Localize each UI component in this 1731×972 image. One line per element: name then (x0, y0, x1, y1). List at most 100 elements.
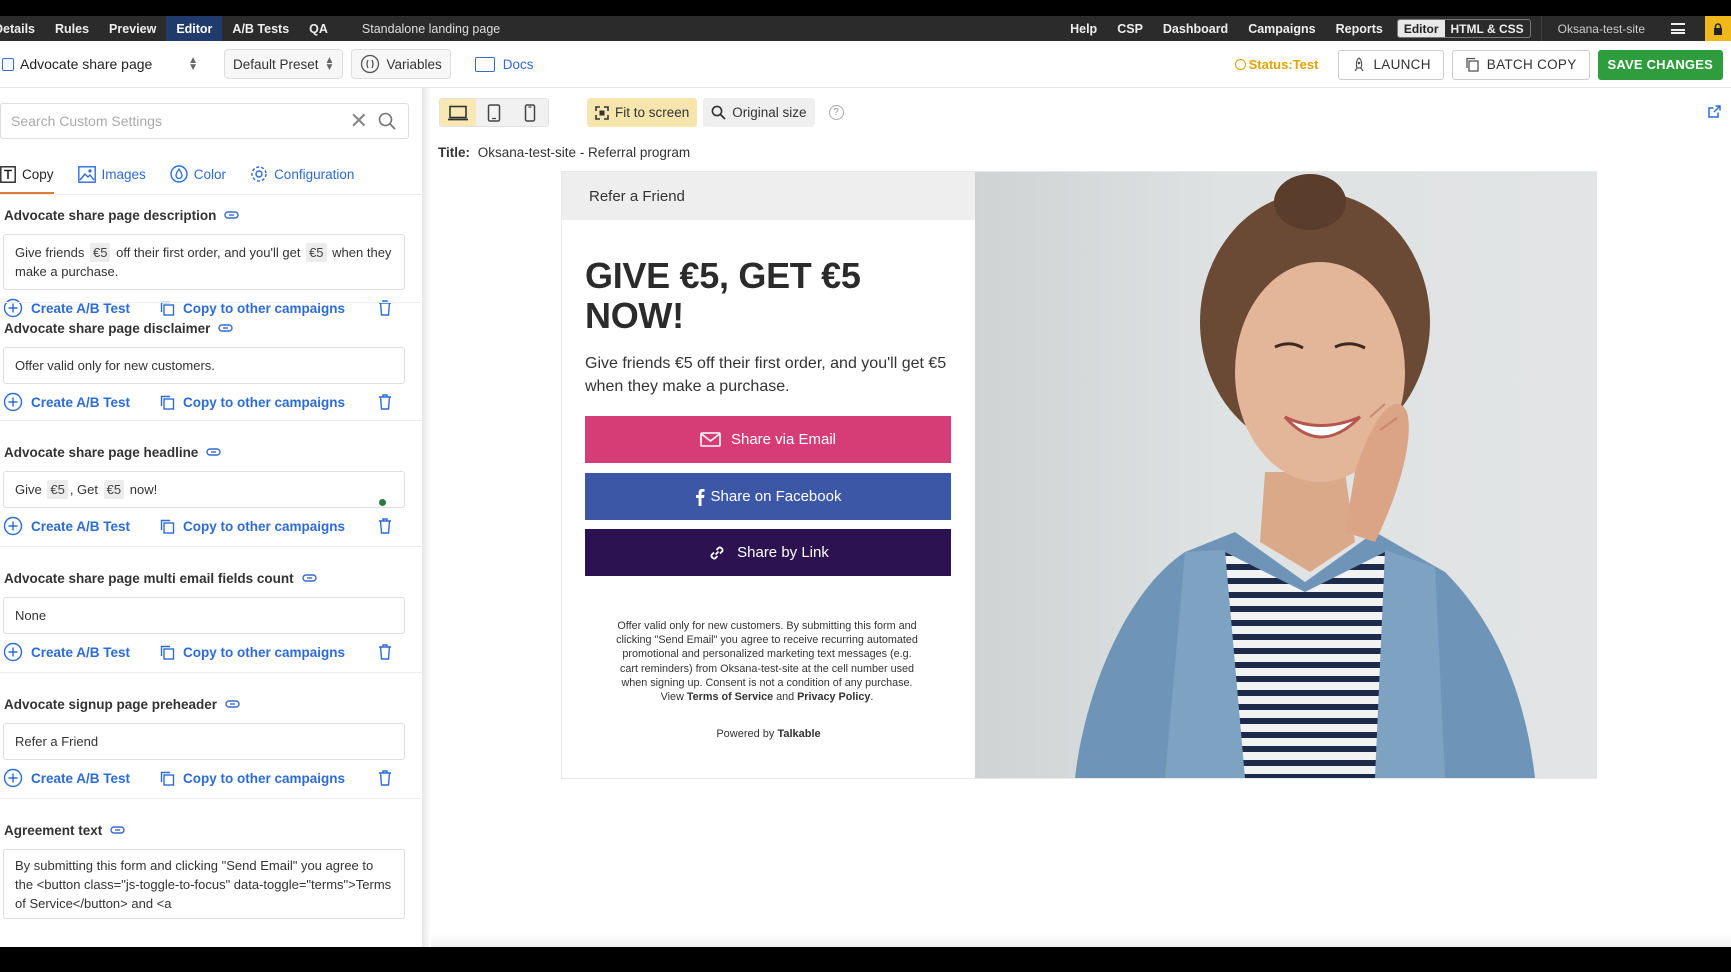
campaign-page-label: Standalone landing page (361, 21, 501, 36)
create-ab-test-button[interactable]: Create A/B Test (3, 642, 130, 662)
setting-title-text: Advocate share page multi email fields c… (4, 570, 294, 586)
tab-color[interactable]: Color (170, 154, 226, 194)
create-ab-test-button[interactable]: Create A/B Test (3, 298, 130, 318)
variable-chip[interactable]: €5 (47, 480, 68, 499)
batch-copy-button[interactable]: BATCH COPY (1451, 49, 1590, 80)
variables-label: Variables (386, 56, 442, 72)
help-icon[interactable]: ? (828, 105, 844, 120)
nav-rules[interactable]: Rules (45, 16, 99, 41)
docs-link[interactable]: Docs (467, 49, 542, 79)
status-dot-icon (1234, 59, 1246, 70)
nav-reports[interactable]: Reports (1326, 16, 1393, 41)
nav-dashboard[interactable]: Dashboard (1153, 16, 1238, 41)
powered-by: Powered by Talkable (562, 728, 975, 740)
setting-actions: Create A/B Test Copy to other campaigns (0, 637, 422, 667)
menu-icon[interactable] (1671, 23, 1685, 34)
nav-campaigns[interactable]: Campaigns (1238, 16, 1325, 41)
desktop-icon[interactable] (440, 99, 476, 126)
terms-link[interactable]: Terms of Service (687, 691, 773, 703)
trash-icon[interactable] (378, 770, 392, 786)
link-icon[interactable] (206, 447, 222, 457)
copy-to-campaigns-button[interactable]: Copy to other campaigns (160, 519, 345, 534)
setting-value-field[interactable]: Offer valid only for new customers. (3, 347, 405, 384)
text-part: Give friends (15, 245, 85, 260)
tab-images[interactable]: Images (77, 154, 146, 194)
variable-chip[interactable]: €5 (306, 243, 327, 262)
powered-brand: Talkable (777, 728, 821, 740)
facebook-icon (695, 488, 705, 506)
create-ab-label: Create A/B Test (31, 644, 131, 660)
link-icon[interactable] (224, 210, 240, 220)
powered-prefix: Powered by (716, 728, 775, 740)
copy-icon (160, 395, 175, 410)
link-icon[interactable] (225, 699, 240, 709)
trash-icon[interactable] (378, 394, 392, 410)
share-email-button[interactable]: Share via Email (585, 416, 951, 463)
preview-toolbar: Fit to screen Original size ? (439, 97, 844, 128)
plus-circle-icon (3, 298, 23, 318)
lock-icon[interactable] (1705, 16, 1731, 41)
copy-icon (160, 771, 175, 786)
nav-ab-tests[interactable]: A/B Tests (222, 16, 299, 41)
share-link-button[interactable]: Share by Link (585, 529, 951, 576)
link-icon[interactable] (301, 573, 317, 583)
setting-value-field[interactable]: None (3, 597, 405, 634)
copy-to-campaigns-button[interactable]: Copy to other campaigns (160, 645, 345, 660)
setting-actions: Create A/B Test Copy to other campaigns (0, 763, 422, 793)
clear-icon[interactable]: ✕ (350, 110, 368, 132)
nav-editor[interactable]: Editor (166, 16, 223, 41)
setting-title: Advocate share page headline (0, 442, 422, 462)
nav-help[interactable]: Help (1060, 16, 1107, 41)
preset-select[interactable]: Default Preset ▲ ▼ (224, 49, 344, 79)
original-size-button[interactable]: Original size (703, 98, 815, 127)
setting-value-field[interactable]: Give friends €5 off their first order, a… (3, 234, 405, 290)
fit-to-screen-button[interactable]: Fit to screen (587, 98, 698, 127)
link-icon[interactable] (110, 825, 125, 835)
setting-signup-preheader: Advocate signup page preheader Refer a F… (0, 694, 422, 793)
letterbox-top (0, 0, 1731, 16)
launch-label: LAUNCH (1373, 57, 1431, 72)
site-switcher[interactable]: Oksana-test-site (1540, 16, 1661, 41)
mode-html-css[interactable]: HTML & CSS (1445, 20, 1530, 37)
link-icon[interactable] (218, 323, 234, 333)
tab-copy[interactable]: Copy (0, 154, 54, 194)
nav-csp[interactable]: CSP (1107, 16, 1153, 41)
create-ab-test-button[interactable]: Create A/B Test (3, 768, 130, 788)
create-ab-test-button[interactable]: Create A/B Test (3, 516, 130, 536)
setting-title: Agreement text (0, 820, 422, 840)
variables-button[interactable]: Variables (351, 49, 451, 79)
mode-editor[interactable]: Editor (1397, 20, 1445, 37)
tab-configuration[interactable]: Configuration (250, 154, 354, 194)
save-changes-button[interactable]: SAVE CHANGES (1597, 49, 1723, 80)
setting-value-field[interactable]: Refer a Friend (3, 723, 405, 760)
search-input[interactable] (11, 113, 350, 129)
divider (0, 194, 422, 195)
variable-chip[interactable]: €5 (103, 480, 125, 499)
create-ab-test-button[interactable]: Create A/B Test (3, 392, 130, 412)
search-icon[interactable] (378, 112, 396, 130)
nav-qa[interactable]: QA (299, 16, 338, 41)
variable-chip[interactable]: €5 (90, 243, 111, 262)
trash-icon[interactable] (378, 644, 392, 660)
and-word: and (776, 691, 795, 704)
trash-icon[interactable] (378, 518, 392, 534)
copy-to-campaigns-button[interactable]: Copy to other campaigns (160, 395, 345, 410)
create-ab-label: Create A/B Test (31, 770, 131, 786)
nav-details[interactable]: Details (0, 16, 45, 41)
copy-to-campaigns-button[interactable]: Copy to other campaigns (160, 771, 345, 786)
mobile-icon[interactable] (512, 99, 548, 126)
launch-button[interactable]: LAUNCH (1338, 49, 1444, 80)
nav-preview[interactable]: Preview (99, 16, 166, 41)
external-link-icon[interactable] (1708, 105, 1721, 118)
setting-value-field[interactable]: Give €5, Get €5 now! (3, 471, 405, 508)
share-facebook-button[interactable]: Share on Facebook (585, 473, 951, 520)
expand-icon (595, 105, 609, 120)
tablet-icon[interactable] (476, 99, 512, 126)
setting-title-text: Advocate signup page preheader (4, 696, 218, 712)
title-value: Oksana-test-site - Referral program (477, 145, 691, 160)
text-part: , Get (69, 482, 99, 497)
setting-value-field[interactable]: By submitting this form and clicking "Se… (3, 849, 405, 919)
page-select[interactable]: Advocate share page ▲ ▼ (0, 49, 210, 80)
privacy-link[interactable]: Privacy Policy (797, 691, 870, 703)
copy-icon (160, 645, 175, 660)
